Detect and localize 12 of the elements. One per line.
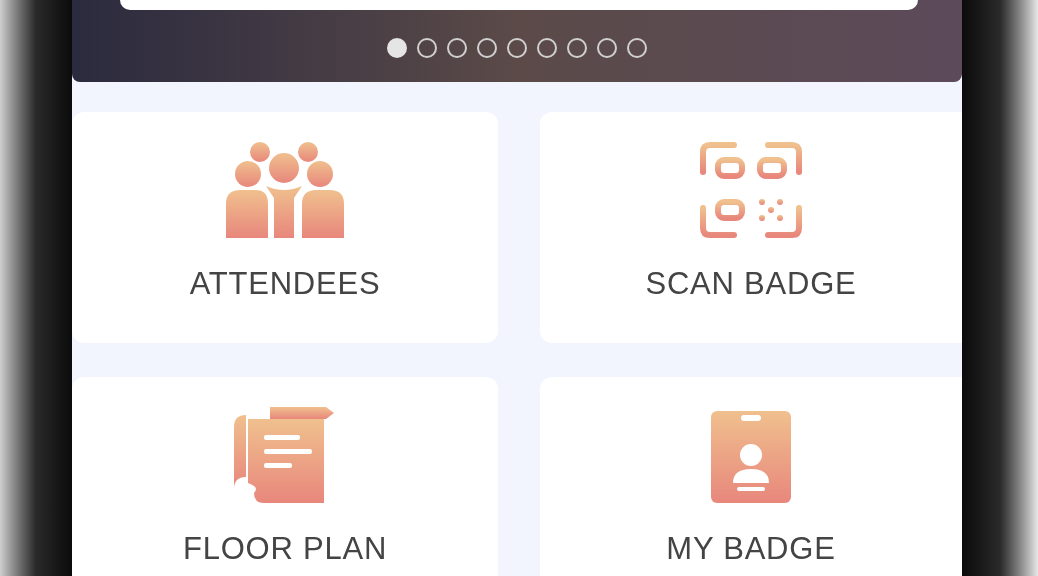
tile-label: FLOOR PLAN xyxy=(182,531,388,567)
id-badge-icon xyxy=(711,411,791,503)
people-icon xyxy=(226,142,344,238)
tile-label: SCAN BADGE xyxy=(645,266,857,302)
menu-tile[interactable]: FLOOR PLAN xyxy=(72,377,498,576)
menu-tile[interactable]: ATTENDEES xyxy=(72,112,498,343)
menu-tile[interactable]: SCAN BADGE xyxy=(540,112,962,343)
qr-code-icon xyxy=(700,142,802,238)
tile-label: MY BADGE xyxy=(666,531,836,567)
menu-tile[interactable]: MY BADGE xyxy=(540,377,962,576)
document-pencil-icon xyxy=(234,407,336,503)
tile-label: ATTENDEES xyxy=(189,266,381,302)
